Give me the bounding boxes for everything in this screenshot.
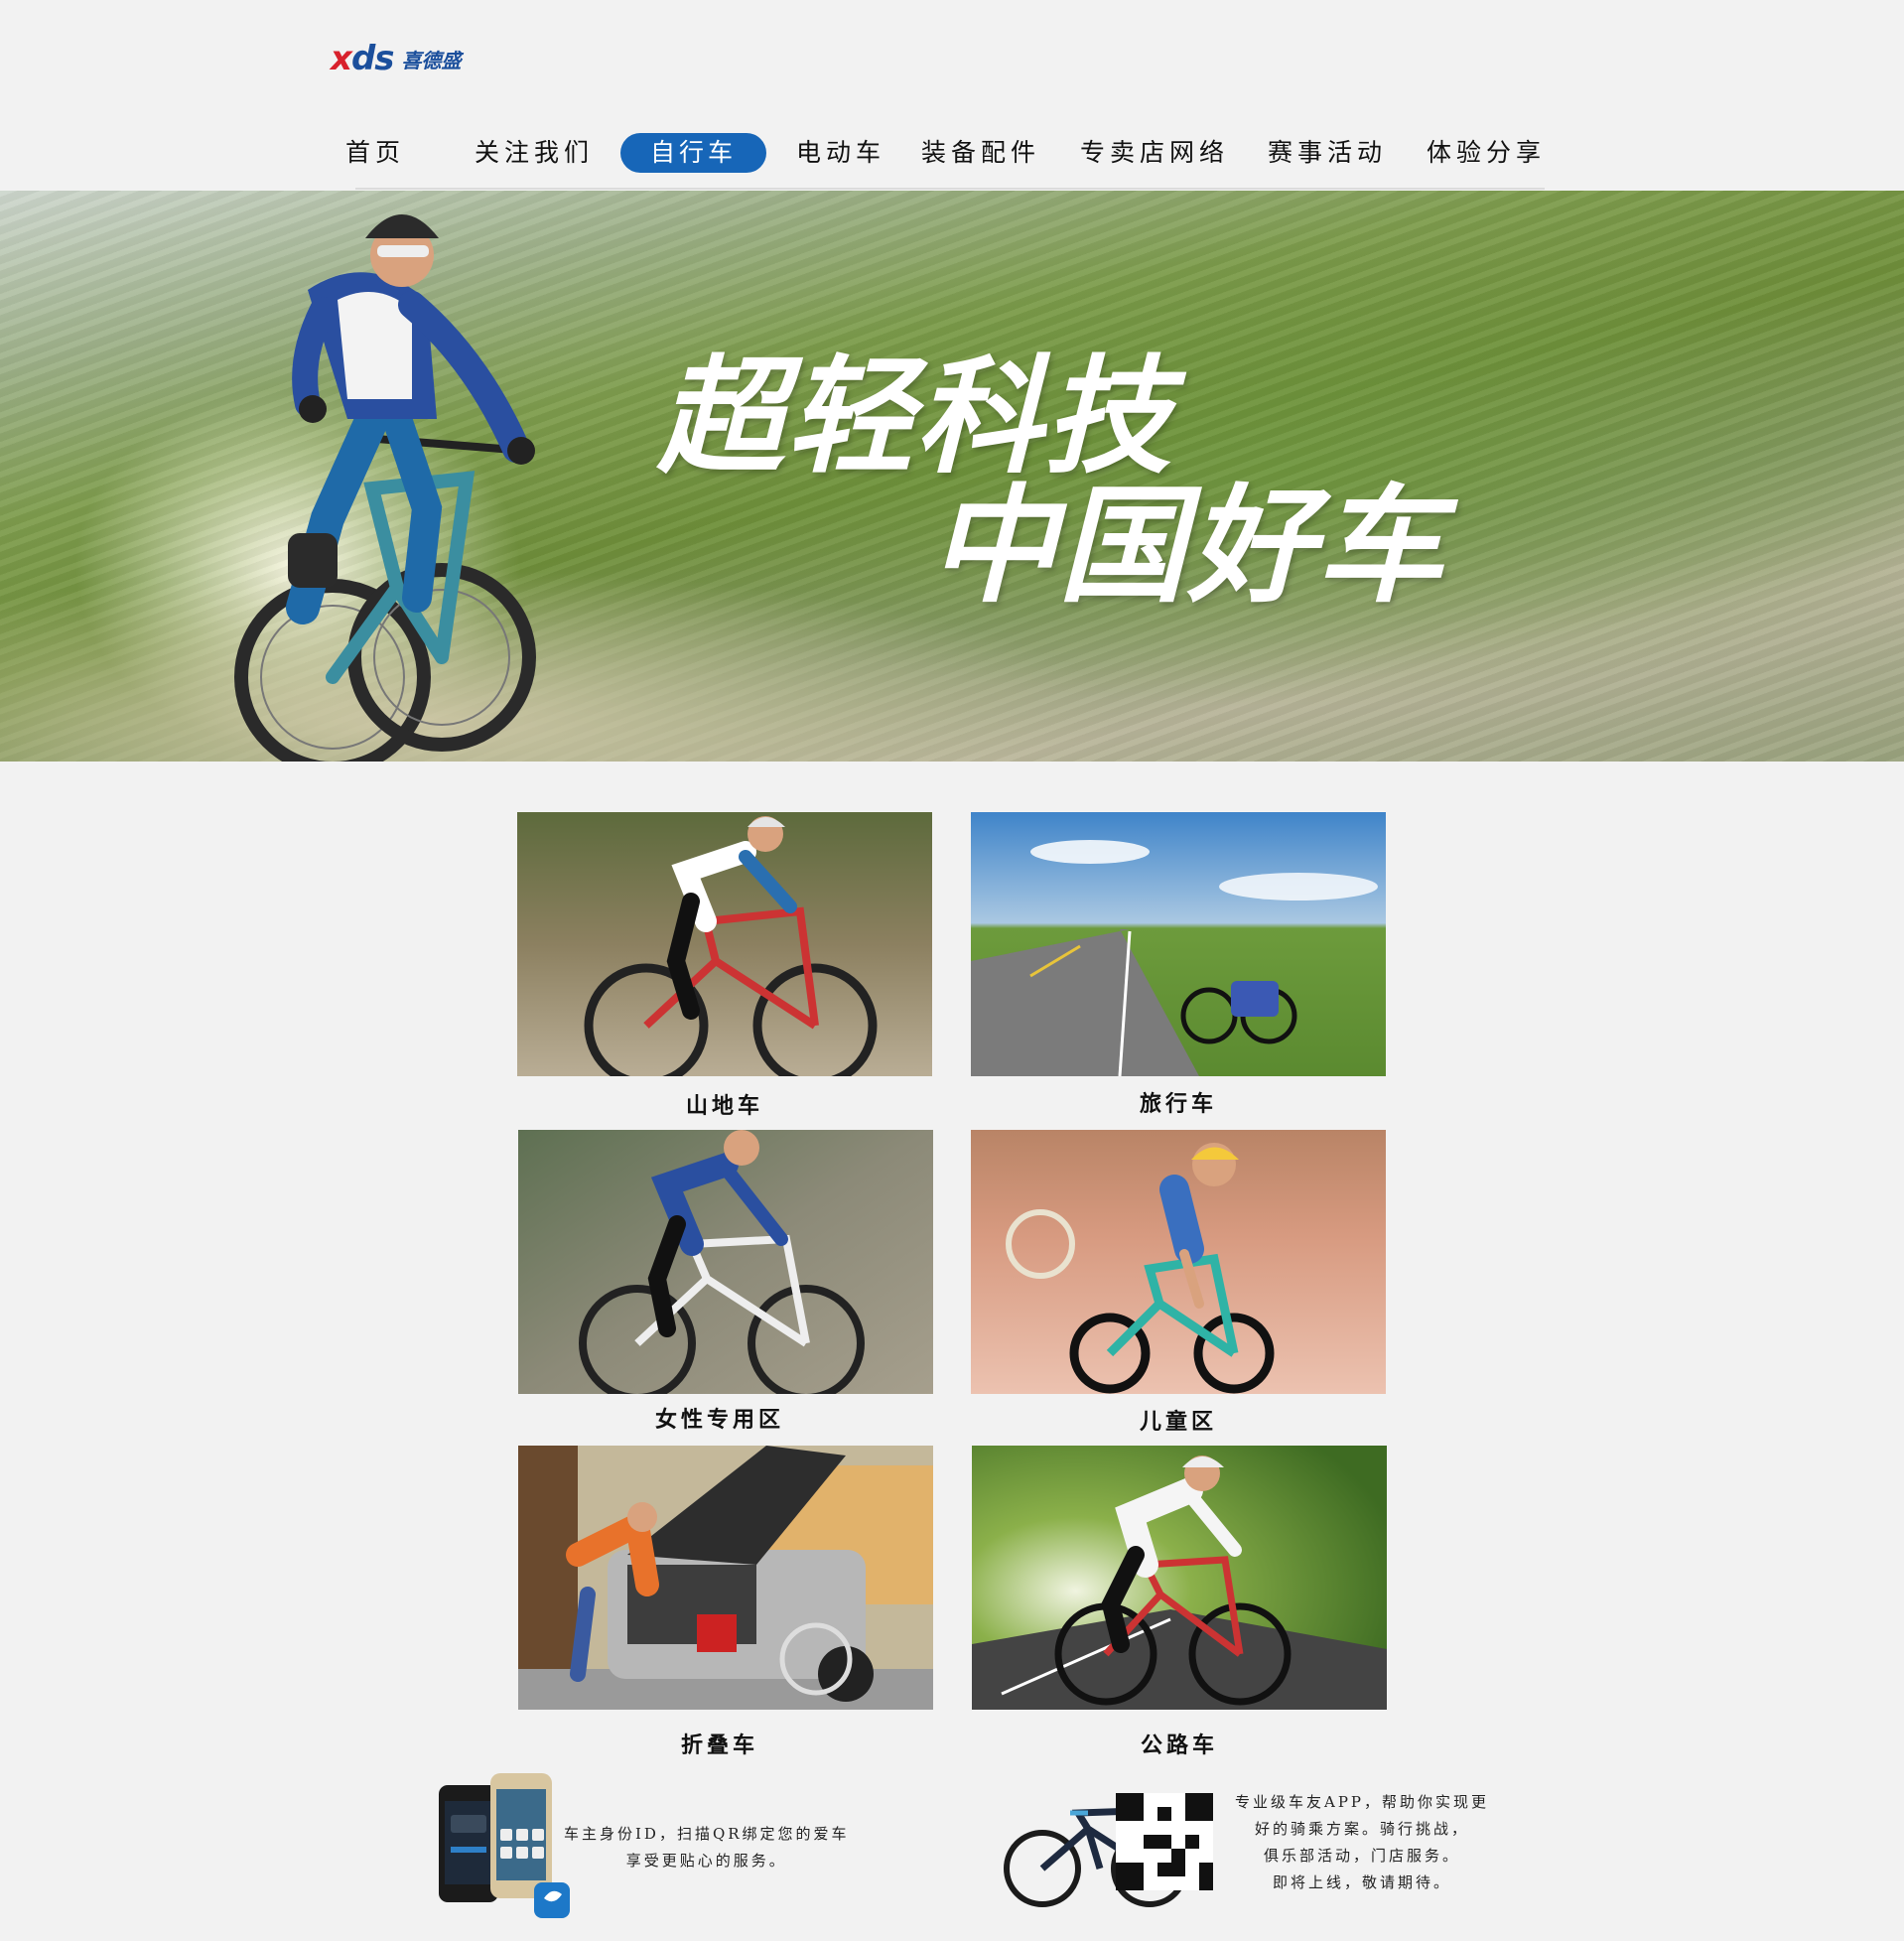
hero-banner[interactable]: 超轻科技 中国好车: [0, 191, 1904, 762]
category-tile-women[interactable]: [518, 1130, 933, 1394]
smartphone-app-icon[interactable]: [437, 1771, 574, 1920]
category-label[interactable]: 儿童区: [971, 1404, 1386, 1436]
category-tile-mountain-bike[interactable]: [517, 812, 932, 1076]
id-service-line2: 享受更贴心的服务。: [625, 1852, 787, 1870]
hero-headline-line1: 超轻科技: [657, 344, 1174, 491]
id-service-text: 车主身份ID，扫描QR绑定您的爱车 享受更贴心的服务。: [564, 1821, 850, 1874]
nav-item-bicycles[interactable]: 自行车: [620, 133, 767, 173]
nav-item-home[interactable]: 首页: [345, 133, 405, 173]
brand-logo[interactable]: xds 喜德盛: [331, 42, 462, 75]
category-label[interactable]: 旅行车: [971, 1086, 1386, 1118]
kids-bike-photo: [971, 1130, 1386, 1394]
main-nav: 首页 关注我们 自行车 电动车 装备配件 专卖店网络 赛事活动 体验分享: [0, 133, 1904, 175]
hero-rider-image: [234, 214, 536, 762]
app-promo-line2: 好的骑乘方案。骑行挑战，: [1255, 1820, 1470, 1838]
nav-item-accessories[interactable]: 装备配件: [921, 133, 1040, 173]
mountain-bike-photo: [517, 812, 932, 1076]
app-promo-line3: 俱乐部活动，门店服务。: [1264, 1847, 1461, 1865]
nav-item-follow-us[interactable]: 关注我们: [475, 133, 594, 173]
hero-headline-line2: 中国好车: [929, 473, 1446, 621]
category-label[interactable]: 山地车: [517, 1088, 932, 1120]
category-tile-road-bike[interactable]: [972, 1446, 1387, 1710]
folding-bike-photo: [518, 1446, 933, 1710]
app-promo-text: 专业级车友APP，帮助你实现更 好的骑乘方案。骑行挑战， 俱乐部活动，门店服务。…: [1235, 1789, 1489, 1896]
women-rider-photo: [518, 1130, 933, 1394]
category-label[interactable]: 公路车: [972, 1728, 1387, 1759]
category-tile-kids[interactable]: [971, 1130, 1386, 1394]
category-tile-folding-bike[interactable]: [518, 1446, 933, 1710]
nav-item-e-bikes[interactable]: 电动车: [796, 133, 885, 173]
category-label[interactable]: 折叠车: [512, 1728, 927, 1759]
qr-code-icon[interactable]: [1116, 1793, 1213, 1890]
road-bike-photo: [972, 1446, 1387, 1710]
touring-bike-photo: [971, 812, 1386, 1076]
logo-name: 喜德盛: [401, 48, 462, 72]
nav-item-experience[interactable]: 体验分享: [1427, 133, 1546, 173]
nav-item-store-network[interactable]: 专卖店网络: [1080, 133, 1229, 173]
id-service-line1: 车主身份ID，扫描QR绑定您的爱车: [564, 1825, 850, 1843]
category-tile-touring-bike[interactable]: [971, 812, 1386, 1076]
logo-mark: xds: [331, 39, 395, 78]
nav-divider: [355, 188, 1545, 190]
nav-item-events[interactable]: 赛事活动: [1268, 133, 1387, 173]
app-promo-line4: 即将上线，敬请期待。: [1273, 1873, 1452, 1891]
app-promo-line1: 专业级车友APP，帮助你实现更: [1235, 1793, 1490, 1811]
category-label[interactable]: 女性专用区: [512, 1402, 927, 1434]
